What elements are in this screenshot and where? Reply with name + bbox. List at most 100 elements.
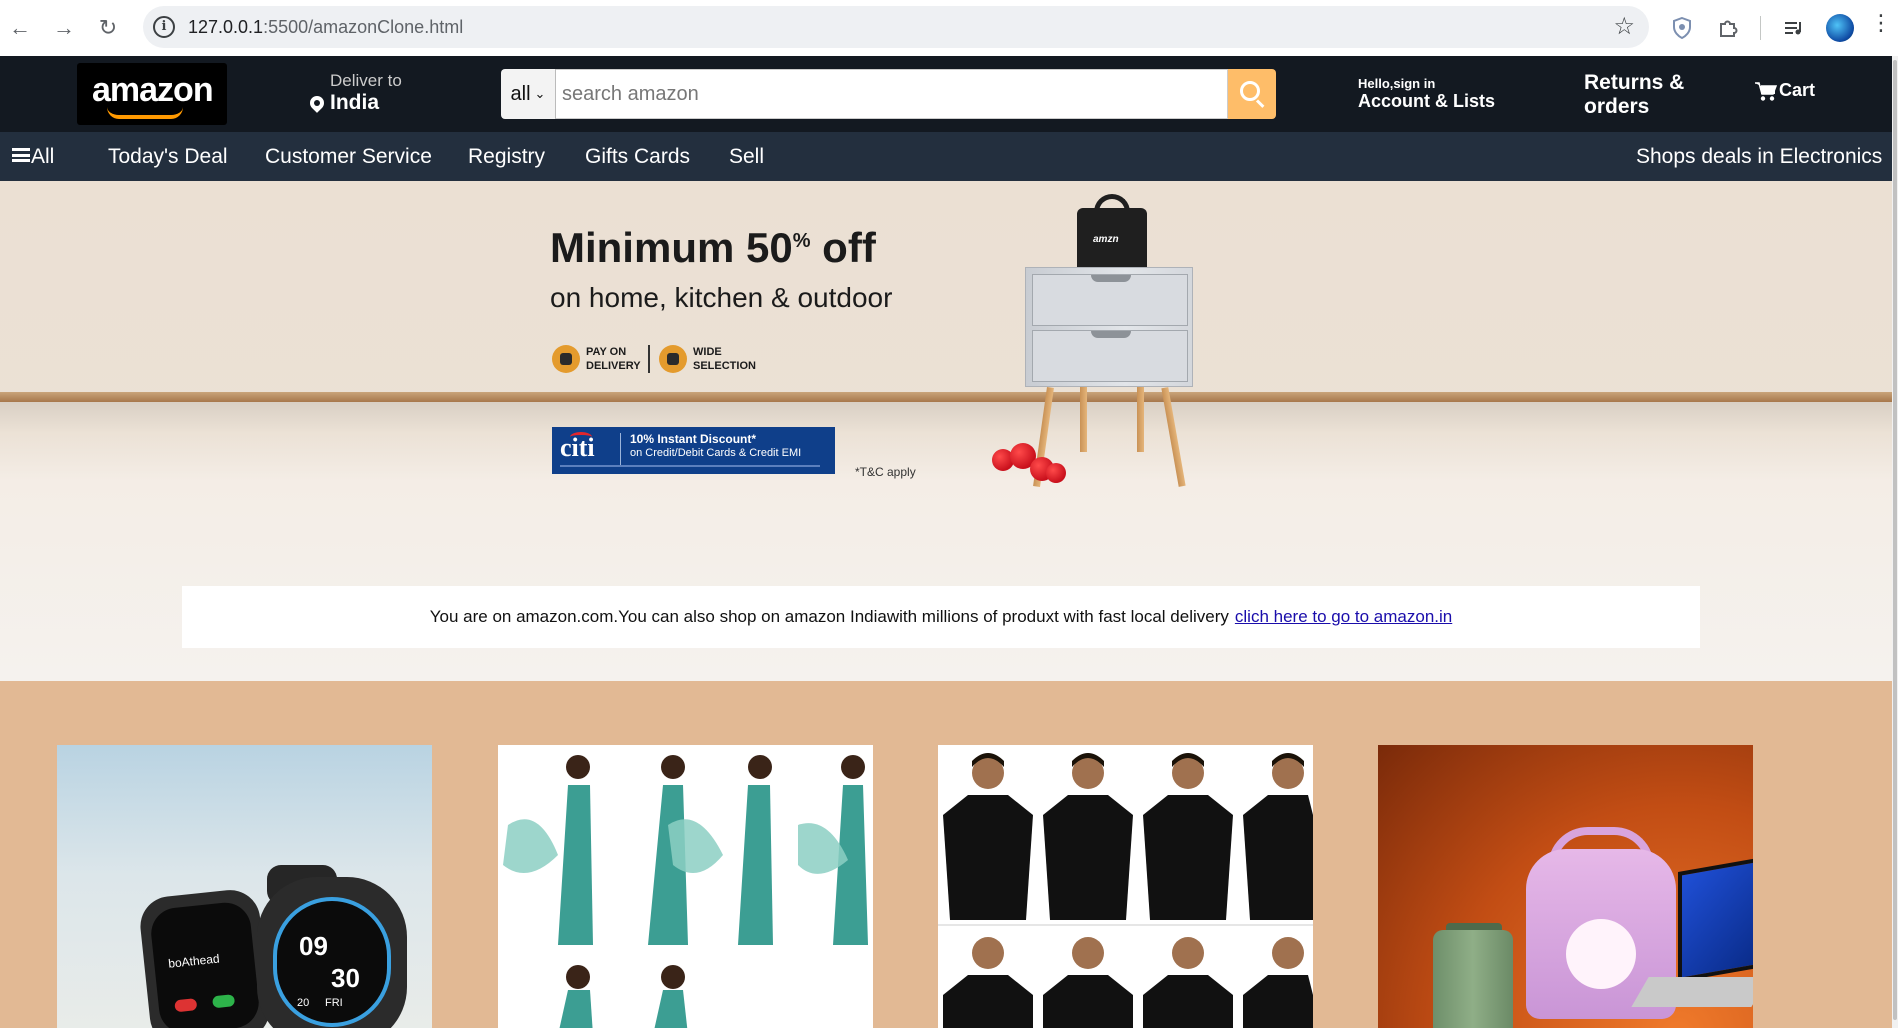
floor-shadow [0,402,1892,432]
hero-banner[interactable]: Minimum 50% off on home, kitchen & outdo… [0,181,1892,681]
more-menu-icon[interactable]: ⋮ [1870,10,1892,36]
citi-divider [620,433,621,467]
lunch-bag-image: amzn [1077,208,1147,272]
cabinet-drawer [1032,330,1188,382]
air-fryer-image [1433,930,1513,1028]
chevron-down-icon: ⌄ [534,86,546,101]
cart-label: Cart [1779,80,1816,100]
dumbbell-image [1046,463,1066,483]
account-lists-label: Account & Lists [1358,91,1496,111]
cabinet-drawer [1032,274,1188,326]
search-input[interactable] [556,69,1228,119]
sub-navbar: All Today's Deal Customer Service Regist… [0,132,1892,181]
all-label: All [31,145,55,168]
delivery-icon [552,345,580,373]
citi-fine-print [560,465,820,467]
logo-smile-icon [107,107,183,119]
location-pin-icon [307,93,327,113]
tshirt-models-image [938,753,1313,1028]
kurta-models-image [503,755,868,1028]
product-card-smartwatch[interactable]: boAthead 09 30 20 FRI [57,745,432,1028]
amazon-logo[interactable]: amazon [77,63,227,125]
bag-logo: amzn [1093,234,1119,245]
nav-electronics-deals[interactable]: Shops deals in Electronics [1636,145,1882,169]
scrollbar-thumb[interactable] [1893,60,1897,1020]
product-section: boAthead 09 30 20 FRI [0,681,1892,1028]
nav-customer-service[interactable]: Customer Service [265,145,432,169]
selection-icon [659,345,687,373]
toolbar-divider [1760,16,1761,40]
citi-offer-banner: citi 10% Instant Discount* on Credit/Deb… [552,427,835,474]
search-category-select[interactable]: all ⌄ [501,69,556,119]
accept-call-icon [212,994,236,1009]
amazon-in-link[interactable]: clich here to go to amazon.in [1235,607,1452,627]
laptop-image [1678,857,1753,983]
product-card-kurta[interactable] [498,745,873,1028]
search-bar: all ⌄ [501,69,1276,119]
search-button[interactable] [1228,69,1276,119]
search-icon [1240,81,1260,101]
citi-offer-line2: on Credit/Debit Cards & Credit EMI [630,447,802,459]
decline-call-icon [174,998,198,1013]
hamburger-icon [12,148,30,163]
nav-registry[interactable]: Registry [468,145,545,169]
returns-line2: orders [1584,95,1650,118]
amazon-navbar: amazon Deliver to India all⌄ Hello,sign … [0,56,1892,132]
nav-todays-deal[interactable]: Today's Deal [108,145,228,169]
bookmark-star-icon[interactable]: ☆ [1613,12,1635,41]
watch-brand: boAthead [167,951,221,971]
nav-sell[interactable]: Sell [729,145,764,169]
pay-on-delivery-badge: PAY ON DELIVERY [552,345,650,373]
watch-hour: 09 [299,931,328,961]
cart-icon [1755,81,1777,101]
citi-logo: citi [560,433,595,462]
page-scrollbar[interactable] [1892,56,1898,1028]
watch-minute: 30 [331,963,360,993]
forward-icon[interactable]: → [48,12,80,44]
smartwatch-right-image: 09 30 20 FRI [257,877,407,1028]
wide-selection-badge: WIDE SELECTION [659,345,757,373]
unicorn-icon [1566,919,1636,989]
watch-weekday: FRI [325,997,343,1009]
logo-text: amazon [92,71,214,109]
browser-toolbar: ← → ↻ i 127.0.0.1:5500/amazonClone.html … [0,0,1898,56]
promo-subtitle: on home, kitchen & outdoor [550,282,893,313]
watch-day: 20 [297,997,310,1009]
cabinet-leg [1137,387,1144,452]
page-viewport: amazon Deliver to India all⌄ Hello,sign … [0,56,1892,1028]
product-card-backpack[interactable] [1378,745,1753,1028]
cart-button[interactable]: Cart [1755,80,1815,101]
account-lists[interactable]: Hello,sign in Account & Lists [1358,76,1495,112]
nav-gifts-cards[interactable]: Gifts Cards [585,145,690,169]
notice-text: You are on amazon.com.You can also shop … [429,607,1229,626]
smartwatch-left-image: boAthead [137,887,273,1028]
floor-strip [0,392,1892,402]
shield-extension-icon[interactable] [1666,12,1698,44]
deliver-location: India [307,91,402,115]
all-menu-button[interactable]: All [12,145,54,169]
amazon-in-notice: You are on amazon.com.You can also shop … [182,586,1700,648]
laptop-keyboard [1631,977,1753,1007]
product-card-tshirt[interactable] [938,745,1313,1028]
url-text[interactable]: 127.0.0.1:5500/amazonClone.html [188,17,463,38]
citi-offer-line1: 10% Instant Discount* [630,432,757,446]
reload-icon[interactable]: ↻ [92,12,124,44]
deliver-to[interactable]: Deliver to India [307,71,402,115]
address-bar[interactable]: i 127.0.0.1:5500/amazonClone.html ☆ [143,6,1649,48]
deliver-label: Deliver to [330,71,402,90]
deliver-location-text: India [330,91,380,114]
search-icon-handle [1255,99,1265,108]
returns-line1: Returns & [1584,71,1685,94]
cabinet-leg [1080,387,1087,452]
terms-apply: *T&C apply [855,465,916,479]
account-hello: Hello,sign in [1358,76,1436,91]
media-control-icon[interactable] [1778,12,1810,44]
returns-orders[interactable]: Returns & orders [1584,71,1684,119]
profile-avatar-icon[interactable] [1826,14,1854,42]
extensions-puzzle-icon[interactable] [1712,12,1744,44]
site-info-icon[interactable]: i [153,16,175,38]
back-icon[interactable]: ← [4,12,36,44]
badge-divider [648,345,650,373]
bedside-cabinet-image [1025,267,1193,387]
promo-title: Minimum 50% off [550,224,876,271]
